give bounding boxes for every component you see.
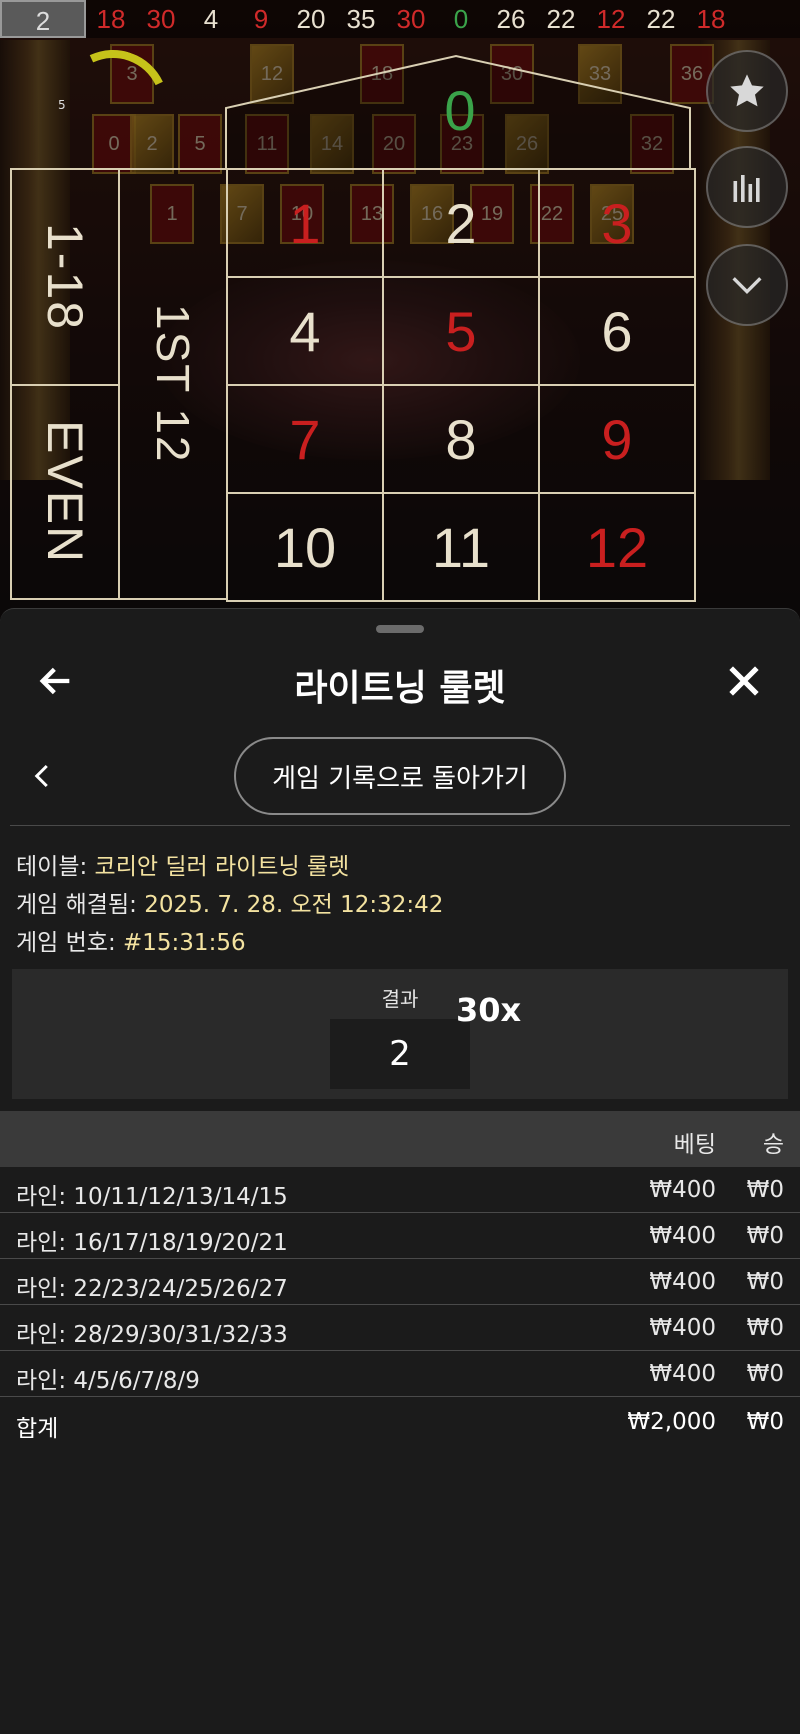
result-number: 2 <box>330 1019 470 1089</box>
bet-row: 라인: 28/29/30/31/32/33 ₩400 ₩0 <box>0 1305 800 1351</box>
bet-label: 라인: 22/23/24/25/26/27 <box>16 1276 288 1302</box>
result-panel: 결과 2 30x <box>12 969 788 1099</box>
close-icon <box>729 666 759 696</box>
live-game-view: 3121830333602511142023263217101316192225… <box>0 0 800 620</box>
number-label: 8 <box>445 407 477 471</box>
bet-even[interactable]: EVEN <box>10 384 120 600</box>
result-multiplier: 30x <box>456 991 522 1029</box>
roulette-table: 0 1-18 EVEN 1ST 12 1 2 3 4 5 6 7 8 9 10 11 12 <box>0 0 800 620</box>
number-cell[interactable]: 8 <box>382 384 540 494</box>
bet-amount: ₩400 <box>649 1177 716 1203</box>
total-bet: ₩2,000 <box>627 1409 716 1435</box>
number-cell[interactable]: 12 <box>538 492 696 602</box>
bet-amount: ₩400 <box>649 1269 716 1295</box>
game-number-value: #15:31:56 <box>123 930 246 956</box>
chevron-left-icon <box>34 764 48 788</box>
divider <box>10 825 790 826</box>
bet-rows: 라인: 10/11/12/13/14/15 ₩400 ₩0 라인: 16/17/18/… <box>0 1167 800 1397</box>
win-amount: ₩0 <box>746 1177 784 1203</box>
win-amount: ₩0 <box>746 1269 784 1295</box>
close-button[interactable] <box>722 659 766 703</box>
number-cell[interactable]: 7 <box>226 384 384 494</box>
bet-label: 라인: 4/5/6/7/8/9 <box>16 1368 200 1394</box>
number-cell[interactable]: 2 <box>382 168 540 278</box>
win-amount: ₩0 <box>746 1223 784 1249</box>
resolved-value: 2025. 7. 28. 오전 12:32:42 <box>144 892 444 918</box>
resolved-info: 게임 해결됨: 2025. 7. 28. 오전 12:32:42 <box>16 885 443 919</box>
number-label: 12 <box>585 515 649 579</box>
result-label: 결과 <box>381 987 419 1011</box>
bet-1st-12-label: 1ST 12 <box>147 304 199 464</box>
statistics-button[interactable] <box>706 146 788 228</box>
zero-number[interactable]: 0 <box>430 78 490 143</box>
bets-table: 베팅 승 라인: 10/11/12/13/14/15 ₩400 ₩0 라인: 16/1… <box>0 1111 800 1447</box>
table-label: 테이블: <box>16 854 88 880</box>
collapse-button[interactable] <box>706 244 788 326</box>
history-nav-row: 게임 기록으로 돌아가기 <box>0 737 800 817</box>
total-win: ₩0 <box>746 1409 784 1435</box>
bet-label: 라인: 28/29/30/31/32/33 <box>16 1322 288 1348</box>
col-win-header: 승 <box>762 1132 784 1158</box>
number-label: 9 <box>601 407 633 471</box>
total-label: 합계 <box>16 1416 59 1442</box>
stats-icon <box>733 175 760 202</box>
number-cell[interactable]: 5 <box>382 276 540 386</box>
game-number-label: 게임 번호: <box>16 930 116 956</box>
chevron-down-icon <box>732 277 762 295</box>
total-row: 합계 ₩2,000 ₩0 <box>0 1397 800 1447</box>
number-cell[interactable]: 11 <box>382 492 540 602</box>
bet-label: 라인: 16/17/18/19/20/21 <box>16 1230 288 1256</box>
bet-1-18-label: 1-18 <box>37 222 93 332</box>
number-cell[interactable]: 10 <box>226 492 384 602</box>
number-cell[interactable]: 4 <box>226 276 384 386</box>
bet-amount: ₩400 <box>649 1315 716 1341</box>
game-number-info: 게임 번호: #15:31:56 <box>16 923 246 957</box>
number-cell[interactable]: 6 <box>538 276 696 386</box>
star-icon <box>730 74 764 107</box>
number-cell[interactable]: 3 <box>538 168 696 278</box>
bet-1-18[interactable]: 1-18 <box>10 168 120 386</box>
number-label: 3 <box>601 191 633 255</box>
favorites-button[interactable] <box>706 50 788 132</box>
number-label: 4 <box>289 299 321 363</box>
table-info: 테이블: 코리안 딜러 라이트닝 룰렛 <box>16 847 349 881</box>
game-detail-sheet: 라이트닝 룰렛 게임 기록으로 돌아가기 테이블: 코리안 딜러 라이트닝 룰렛… <box>0 608 800 1734</box>
number-label: 1 <box>289 191 321 255</box>
number-label: 2 <box>445 191 477 255</box>
number-label: 10 <box>273 515 337 579</box>
sheet-drag-handle[interactable] <box>376 625 424 633</box>
number-cell[interactable]: 9 <box>538 384 696 494</box>
number-label: 7 <box>289 407 321 471</box>
number-label: 5 <box>445 299 477 363</box>
bet-even-label: EVEN <box>37 419 93 565</box>
number-label: 11 <box>431 515 491 579</box>
previous-button[interactable] <box>28 761 58 791</box>
back-to-history-button[interactable]: 게임 기록으로 돌아가기 <box>234 737 566 815</box>
win-amount: ₩0 <box>746 1315 784 1341</box>
bet-label: 라인: 10/11/12/13/14/15 <box>16 1184 288 1210</box>
bet-row: 라인: 4/5/6/7/8/9 ₩400 ₩0 <box>0 1351 800 1397</box>
number-cell[interactable]: 1 <box>226 168 384 278</box>
col-bet-header: 베팅 <box>673 1132 716 1158</box>
bet-row: 라인: 10/11/12/13/14/15 ₩400 ₩0 <box>0 1167 800 1213</box>
sheet-header: 라이트닝 룰렛 <box>0 649 800 713</box>
bet-amount: ₩400 <box>649 1223 716 1249</box>
sheet-title: 라이트닝 룰렛 <box>294 668 506 709</box>
number-label: 6 <box>601 299 633 363</box>
bet-row: 라인: 16/17/18/19/20/21 ₩400 ₩0 <box>0 1213 800 1259</box>
bets-table-header: 베팅 승 <box>0 1111 800 1167</box>
resolved-label: 게임 해결됨: <box>16 892 137 918</box>
bet-1st-12[interactable]: 1ST 12 <box>118 168 228 600</box>
bet-amount: ₩400 <box>649 1361 716 1387</box>
win-amount: ₩0 <box>746 1361 784 1387</box>
table-value: 코리안 딜러 라이트닝 룰렛 <box>94 854 350 880</box>
bet-row: 라인: 22/23/24/25/26/27 ₩400 ₩0 <box>0 1259 800 1305</box>
